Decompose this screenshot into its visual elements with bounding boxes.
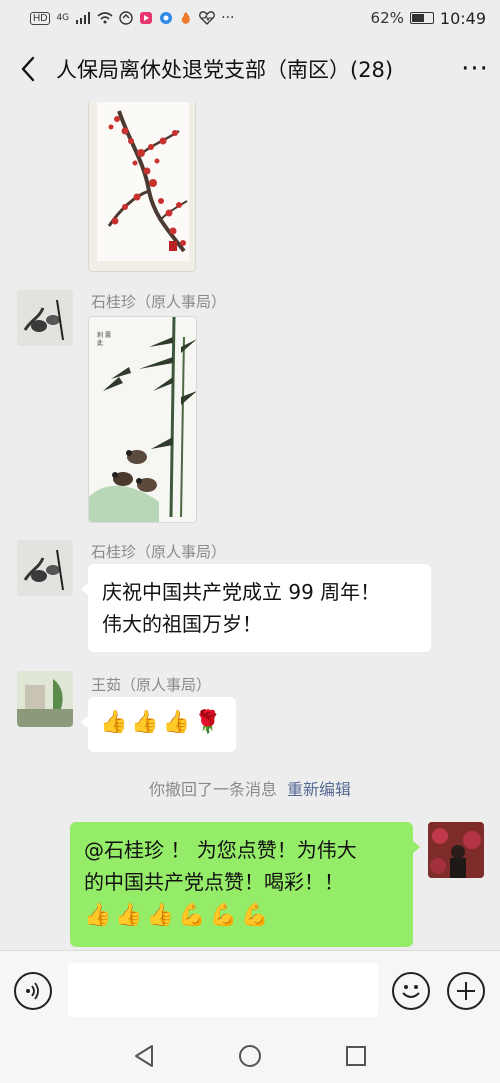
wifi-icon	[97, 12, 113, 24]
nav-back-icon[interactable]	[132, 1044, 156, 1068]
signal-icon	[76, 12, 91, 24]
image-message-plum[interactable]	[88, 102, 196, 272]
flame-app-icon	[181, 12, 190, 24]
status-left: HD 4G ···	[30, 10, 235, 26]
rose-emoji: 🌹	[194, 710, 222, 735]
system-nav-bar	[0, 1028, 500, 1083]
thumbs-up-emoji: 👍	[115, 903, 143, 928]
svg-text:震: 震	[105, 332, 111, 339]
thumbs-up-emoji: 👍	[131, 710, 159, 735]
flexed-arm-emoji: 💪	[241, 903, 269, 928]
re-edit-link[interactable]: 重新编辑	[287, 780, 351, 799]
battery-percent: 62%	[370, 9, 404, 27]
emoji-row: 👍 👍 👍 🌹	[100, 707, 224, 739]
clock: 10:49	[439, 8, 486, 28]
browser-app-icon	[160, 12, 173, 24]
thumbs-up-emoji: 👍	[84, 903, 112, 928]
recall-notice: 你撤回了一条消息 重新编辑	[0, 776, 500, 800]
avatar[interactable]	[17, 540, 73, 596]
input-bar	[0, 950, 500, 1028]
video-app-icon	[140, 12, 153, 24]
message-line: 庆祝中国共产党成立 99 周年！	[102, 580, 381, 604]
battery-icon	[409, 12, 434, 24]
thumbs-up-emoji: 👍	[146, 903, 175, 928]
text-message[interactable]: 庆祝中国共产党成立 99 周年！ 伟大的祖国万岁！	[81, 564, 431, 652]
self-avatar[interactable]	[428, 822, 484, 878]
sender-name: 王茹（原人事局）	[91, 676, 212, 694]
more-options-icon[interactable]: ···	[450, 36, 500, 102]
more-dots-icon: ···	[221, 10, 235, 26]
back-arrow-icon[interactable]	[6, 36, 50, 102]
plus-icon[interactable]	[447, 972, 485, 1010]
sender-name: 石桂珍（原人事局）	[91, 543, 227, 561]
image-message-bamboo[interactable]: 刹此震	[88, 316, 197, 523]
hd-icon: HD	[30, 11, 51, 25]
emoji-row: 👍 👍 👍 💪 💪 💪	[84, 900, 399, 932]
emoji-picker-icon[interactable]	[392, 972, 430, 1010]
avatar[interactable]	[17, 290, 73, 346]
bamboo-birds-painting: 刹此震	[89, 317, 196, 522]
svg-text:刹: 刹	[97, 331, 103, 339]
svg-text:此: 此	[97, 339, 103, 347]
recall-text: 你撤回了一条消息	[148, 780, 277, 799]
plum-blossom-painting	[89, 102, 195, 271]
message-input[interactable]	[68, 963, 378, 1017]
chat-header: 人保局离休处退党支部（南区）(28) ···	[0, 36, 500, 102]
thumbs-up-emoji: 👍	[100, 710, 128, 735]
chat-title: 人保局离休处退党支部（南区）(28)	[56, 58, 394, 82]
flexed-arm-emoji: 💪	[178, 903, 206, 928]
message-list[interactable]: 石桂珍（原人事局） 刹此震 石桂珍（原人事局） 庆祝中国共产党成立 99 周年！…	[0, 102, 500, 950]
emoji-message[interactable]: 👍 👍 👍 🌹	[81, 697, 236, 752]
message-line: 的中国共产党点赞！喝彩！！	[84, 870, 344, 894]
self-text-message[interactable]: @石桂珍 ！ 为您点赞！为伟大 的中国共产党点赞！喝彩！！ 👍 👍 👍 💪 💪 💪	[70, 822, 420, 947]
app-icon	[119, 11, 133, 25]
sender-name: 石桂珍（原人事局）	[91, 293, 227, 311]
flexed-arm-emoji: 💪	[209, 903, 238, 928]
status-bar: HD 4G ··· 62% 10:49	[0, 0, 500, 36]
battery-fill	[411, 14, 424, 22]
voice-input-icon[interactable]	[14, 972, 52, 1010]
nav-recents-icon[interactable]	[344, 1044, 368, 1068]
heart-icon	[199, 11, 216, 25]
network-type-icon: 4G	[56, 13, 70, 23]
status-right: 62% 10:49	[371, 9, 486, 28]
avatar[interactable]	[17, 671, 73, 727]
nav-home-icon[interactable]	[238, 1044, 262, 1068]
message-line: @石桂珍 ！ 为您点赞！为伟大	[84, 838, 357, 862]
message-line: 伟大的祖国万岁！	[102, 612, 262, 636]
thumbs-up-emoji: 👍	[162, 710, 191, 735]
